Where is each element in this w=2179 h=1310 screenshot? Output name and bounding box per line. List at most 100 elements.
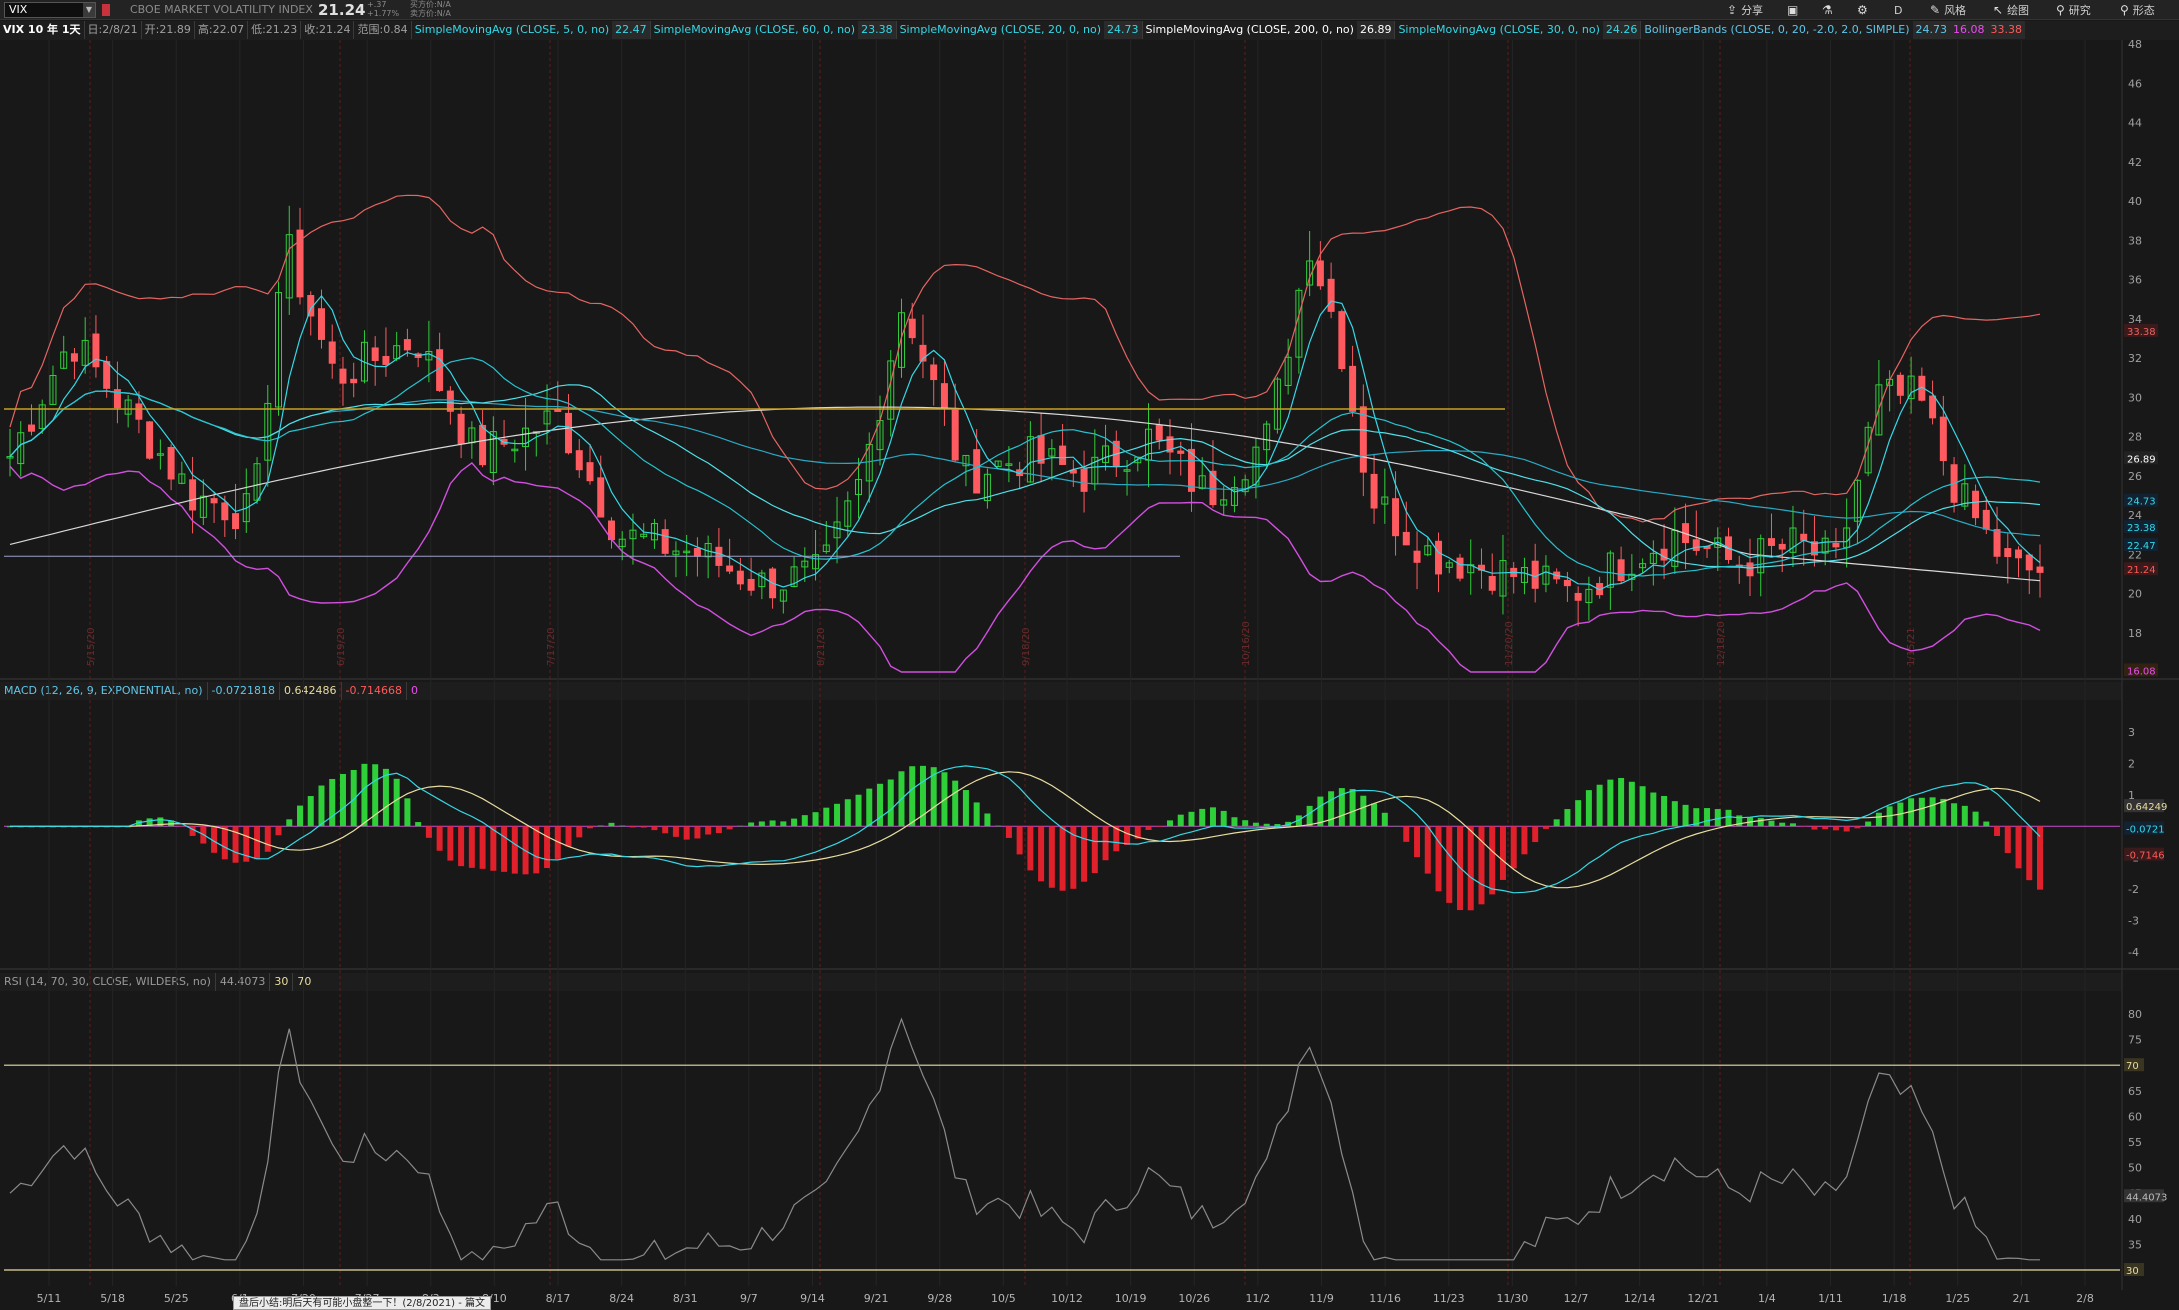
sma30-label[interactable]: SimpleMovingAvg (CLOSE, 30, 0, no) bbox=[1394, 21, 1602, 39]
price-pane bbox=[0, 40, 2179, 678]
macd-histogram-bar bbox=[887, 779, 894, 827]
style-icon: ✎ bbox=[1930, 3, 1941, 17]
price-tag-sma200: 26.89 bbox=[2127, 454, 2156, 465]
candle-down bbox=[1392, 498, 1400, 537]
macd-histogram-bar bbox=[769, 820, 776, 827]
date-label: 1/11 bbox=[1818, 1292, 1843, 1305]
macd-histogram-bar bbox=[1306, 805, 1313, 827]
date-label: 1/4 bbox=[1758, 1292, 1776, 1305]
rsi-level-ob: 70 bbox=[2126, 1061, 2139, 1072]
news-ticker[interactable]: 盘后小结:明后天有可能小盘整一下！(2/8/2021) - 篇文 bbox=[233, 1296, 492, 1310]
macd-histogram-bar bbox=[1510, 826, 1517, 869]
macd-histogram-bar bbox=[1972, 811, 1979, 827]
price-axis-label: 34 bbox=[2128, 313, 2142, 326]
candle-down bbox=[1767, 538, 1775, 546]
date-label: 1/18 bbox=[1882, 1292, 1907, 1305]
sma20-label[interactable]: SimpleMovingAvg (CLOSE, 20, 0, no) bbox=[895, 21, 1104, 39]
sma200-value: 26.89 bbox=[1356, 21, 1395, 39]
macd-tag-tag_avg: 0.64249 bbox=[2126, 802, 2167, 813]
macd-histogram-bar bbox=[1446, 826, 1453, 903]
macd-histogram-bar bbox=[1252, 822, 1259, 827]
macd-histogram-bar bbox=[758, 821, 765, 827]
bar-open: 开:21.89 bbox=[140, 21, 194, 39]
macd-histogram-bar bbox=[1951, 803, 1958, 827]
macd-histogram-bar bbox=[1005, 826, 1012, 838]
candle-down bbox=[146, 421, 154, 459]
candle-down bbox=[1349, 365, 1357, 412]
candle-down bbox=[1778, 543, 1786, 550]
sma200-label[interactable]: SimpleMovingAvg (CLOSE, 200, 0, no) bbox=[1141, 21, 1357, 39]
date-label: 11/9 bbox=[1309, 1292, 1334, 1305]
chart-canvas[interactable]: 5/115/185/256/17/207/278/38/108/178/248/… bbox=[0, 40, 2179, 1310]
candle-down bbox=[1617, 559, 1625, 582]
macd-histogram-bar bbox=[1177, 814, 1184, 827]
macd-histogram-bar bbox=[1983, 821, 1990, 827]
date-label: 9/14 bbox=[800, 1292, 825, 1305]
date-label: 8/31 bbox=[673, 1292, 698, 1305]
date-label: 9/21 bbox=[864, 1292, 889, 1305]
macd-histogram-bar bbox=[1220, 810, 1227, 827]
timeframe-label[interactable]: VIX 10 年 1天 bbox=[0, 21, 84, 39]
share-label: 分享 bbox=[1741, 4, 1764, 17]
save-button[interactable]: ▣ bbox=[1787, 2, 1798, 18]
macd-histogram-bar bbox=[834, 803, 841, 827]
patterns-button[interactable]: ⚲ 形态 bbox=[2120, 2, 2155, 18]
candle-down bbox=[554, 409, 562, 412]
macd-histogram-bar bbox=[1671, 801, 1678, 827]
price-axis-label: 36 bbox=[2128, 274, 2142, 287]
date-label: 12/21 bbox=[1687, 1292, 1719, 1305]
bid-ask: 买方价:N/A 卖方价:N/A bbox=[410, 0, 451, 18]
macd-histogram-bar bbox=[1532, 826, 1539, 843]
macd-histogram-bar bbox=[1360, 795, 1367, 827]
macd-histogram-bar bbox=[726, 826, 733, 830]
macd-histogram-bar bbox=[1403, 826, 1410, 842]
candle-down bbox=[167, 446, 175, 480]
symbol-text: VIX bbox=[9, 3, 28, 16]
macd-histogram-bar bbox=[1328, 791, 1335, 827]
macd-histogram-bar bbox=[748, 822, 755, 827]
sma60-label[interactable]: SimpleMovingAvg (CLOSE, 60, 0, no) bbox=[649, 21, 858, 39]
macd-histogram-bar bbox=[425, 826, 432, 838]
macd-histogram-bar bbox=[909, 766, 916, 827]
date-label: 9/7 bbox=[740, 1292, 758, 1305]
macd-histogram-bar bbox=[1832, 826, 1839, 831]
macd-histogram-bar bbox=[1263, 823, 1270, 827]
price-axis-label: 28 bbox=[2128, 431, 2142, 444]
symbol-description: CBOE MARKET VOLATILITY INDEX bbox=[130, 3, 313, 16]
symbol-dropdown-button[interactable]: ▼ bbox=[83, 3, 95, 17]
settings-button[interactable]: ⚙ bbox=[1857, 2, 1868, 18]
share-button[interactable]: ⇪ 分享 bbox=[1727, 2, 1763, 18]
macd-histogram-bar bbox=[587, 826, 593, 829]
last-price: 21.24 bbox=[318, 1, 366, 19]
date-label: 5/18 bbox=[100, 1292, 125, 1305]
candle-down bbox=[1692, 539, 1700, 551]
share-icon: ⇪ bbox=[1727, 3, 1738, 17]
red-flag-icon[interactable] bbox=[102, 4, 110, 16]
candle-down bbox=[1456, 557, 1464, 579]
macd-histogram-bar bbox=[479, 826, 486, 869]
candle-down bbox=[586, 462, 594, 482]
studies-button[interactable]: ⚲ 研究 bbox=[2056, 2, 2091, 18]
macd-histogram-bar bbox=[1467, 826, 1474, 911]
bar-low: 低:21.23 bbox=[247, 21, 300, 39]
sma5-label[interactable]: SimpleMovingAvg (CLOSE, 5, 0, no) bbox=[410, 21, 612, 39]
macd-histogram-bar bbox=[1585, 790, 1592, 827]
macd-histogram-bar bbox=[1167, 820, 1173, 827]
drawing-button[interactable]: ↖ 绘图 bbox=[1993, 2, 2029, 18]
date-label: 11/30 bbox=[1497, 1292, 1529, 1305]
period-button[interactable]: D bbox=[1894, 2, 1902, 18]
candle-down bbox=[221, 502, 229, 521]
price-axis-label: 40 bbox=[2128, 195, 2142, 208]
candle-down bbox=[1896, 374, 1904, 396]
macd-histogram-bar bbox=[1575, 800, 1582, 827]
lab-button[interactable]: ⚗ bbox=[1822, 2, 1833, 18]
style-button[interactable]: ✎ 风格 bbox=[1930, 2, 1966, 18]
price-axis-label: 32 bbox=[2128, 352, 2142, 365]
macd-histogram-bar bbox=[2026, 826, 2033, 881]
macd-tag-tag_value: -0.0721 bbox=[2126, 824, 2165, 835]
candle-down bbox=[2015, 549, 2023, 559]
rsi-pane bbox=[0, 992, 2179, 1284]
macd-histogram-bar bbox=[329, 778, 336, 827]
price-axis-label: 30 bbox=[2128, 391, 2142, 404]
bollinger-label[interactable]: BollingerBands (CLOSE, 0, 20, -2.0, 2.0,… bbox=[1640, 21, 1912, 39]
